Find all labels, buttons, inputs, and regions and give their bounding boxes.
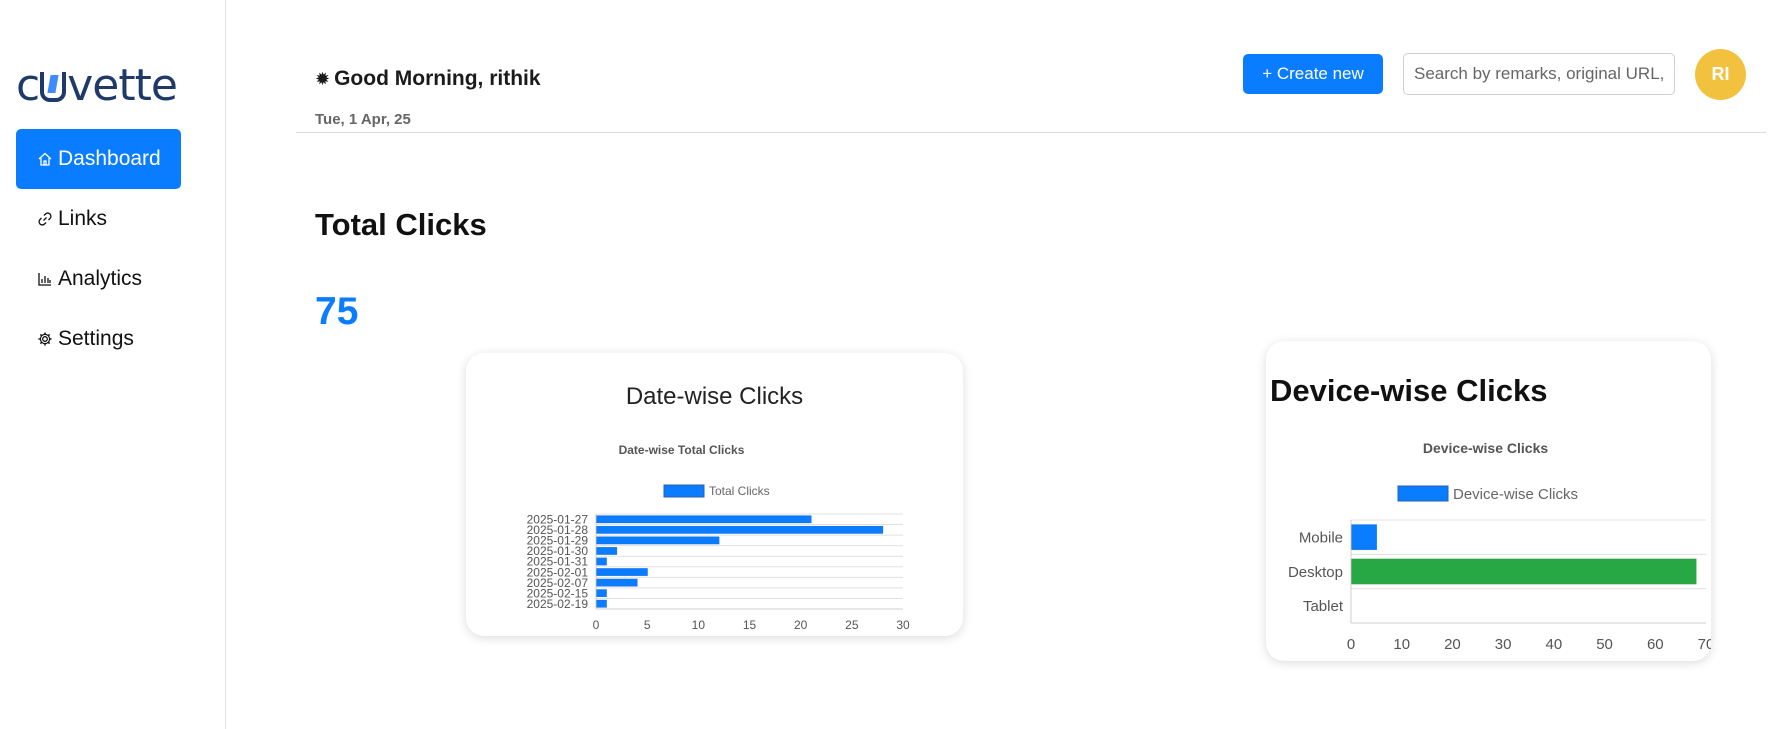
search-input[interactable]	[1403, 53, 1675, 95]
sun-icon: ✹	[315, 68, 331, 89]
avatar[interactable]: RI	[1695, 49, 1746, 100]
category-label: Mobile	[1299, 529, 1343, 546]
sidebar: c vette Dashboard Links Analytics Setting…	[0, 0, 226, 729]
x-tick-label: 10	[1393, 636, 1410, 653]
greeting-text: Good Morning, rithik	[334, 67, 541, 90]
legend-label: Device-wise Clicks	[1453, 486, 1578, 503]
device-wise-chart: Device-wise Clicks Device-wise Clicks Mobi…	[1288, 440, 1711, 653]
sidebar-item-label: Settings	[58, 327, 134, 350]
x-tick-label: 40	[1546, 636, 1563, 653]
logo-text-end: vette	[67, 60, 178, 111]
bar-chart-icon	[36, 270, 54, 288]
bar	[1351, 558, 1697, 585]
x-tick-label: 0	[1347, 636, 1355, 653]
bar	[596, 546, 618, 555]
x-tick-label: 10	[692, 618, 706, 632]
category-label: 2025-02-19	[527, 597, 589, 611]
x-tick-label: 15	[743, 618, 757, 632]
sidebar-item-dashboard[interactable]: Dashboard	[16, 129, 181, 189]
legend-swatch	[1397, 485, 1449, 502]
logo-text-start: c	[16, 60, 40, 111]
bar	[1351, 524, 1378, 551]
category-label: Desktop	[1288, 564, 1343, 581]
x-tick-label: 25	[845, 618, 859, 632]
home-icon	[36, 150, 54, 168]
x-tick-label: 70	[1698, 636, 1711, 653]
cuvette-logo[interactable]: c vette	[16, 60, 178, 111]
bar	[596, 578, 638, 587]
gear-icon	[36, 330, 54, 348]
bar	[596, 568, 648, 577]
total-clicks-value: 75	[315, 290, 359, 333]
x-tick-label: 0	[593, 618, 600, 632]
legend-swatch	[663, 484, 705, 498]
current-date: Tue, 1 Apr, 25	[315, 111, 411, 128]
x-tick-label: 60	[1647, 636, 1664, 653]
x-tick-label: 20	[1444, 636, 1461, 653]
create-new-button[interactable]: + Create new	[1243, 54, 1383, 94]
sidebar-item-links[interactable]: Links	[16, 189, 181, 249]
x-tick-label: 5	[644, 618, 651, 632]
legend-label: Total Clicks	[709, 484, 770, 498]
x-tick-label: 50	[1596, 636, 1613, 653]
bar	[596, 525, 884, 534]
sidebar-item-label: Links	[58, 207, 108, 230]
category-label: Tablet	[1303, 598, 1344, 615]
sidebar-item-label: Dashboard	[58, 147, 161, 170]
chart-title: Date-wise Total Clicks	[619, 443, 745, 457]
date-wise-chart: Date-wise Total Clicks Total Clicks 2025-0…	[527, 443, 910, 632]
sidebar-item-label: Analytics	[58, 267, 143, 290]
link-icon	[36, 210, 54, 228]
sidebar-item-settings[interactable]: Settings	[16, 309, 181, 369]
device-wise-card: Device-wise Clicks Device-wise Clicks Dev…	[1266, 341, 1711, 661]
chart-title: Device-wise Clicks	[1423, 440, 1549, 456]
header-divider	[296, 132, 1766, 133]
bar	[596, 557, 607, 566]
logo-mark	[40, 72, 67, 102]
bar	[596, 515, 812, 524]
sidebar-item-analytics[interactable]: Analytics	[16, 249, 181, 309]
sidebar-nav: Dashboard Links Analytics Settings	[16, 129, 181, 369]
x-tick-label: 30	[1495, 636, 1512, 653]
total-clicks-title: Total Clicks	[315, 207, 487, 242]
greeting: ✹ Good Morning, rithik	[315, 67, 541, 91]
date-wise-card: Date-wise Clicks Date-wise Total Clicks T…	[466, 353, 963, 636]
x-tick-label: 30	[896, 618, 910, 632]
bar	[596, 589, 607, 598]
bar	[596, 599, 607, 608]
bar	[596, 536, 720, 545]
x-tick-label: 20	[794, 618, 808, 632]
